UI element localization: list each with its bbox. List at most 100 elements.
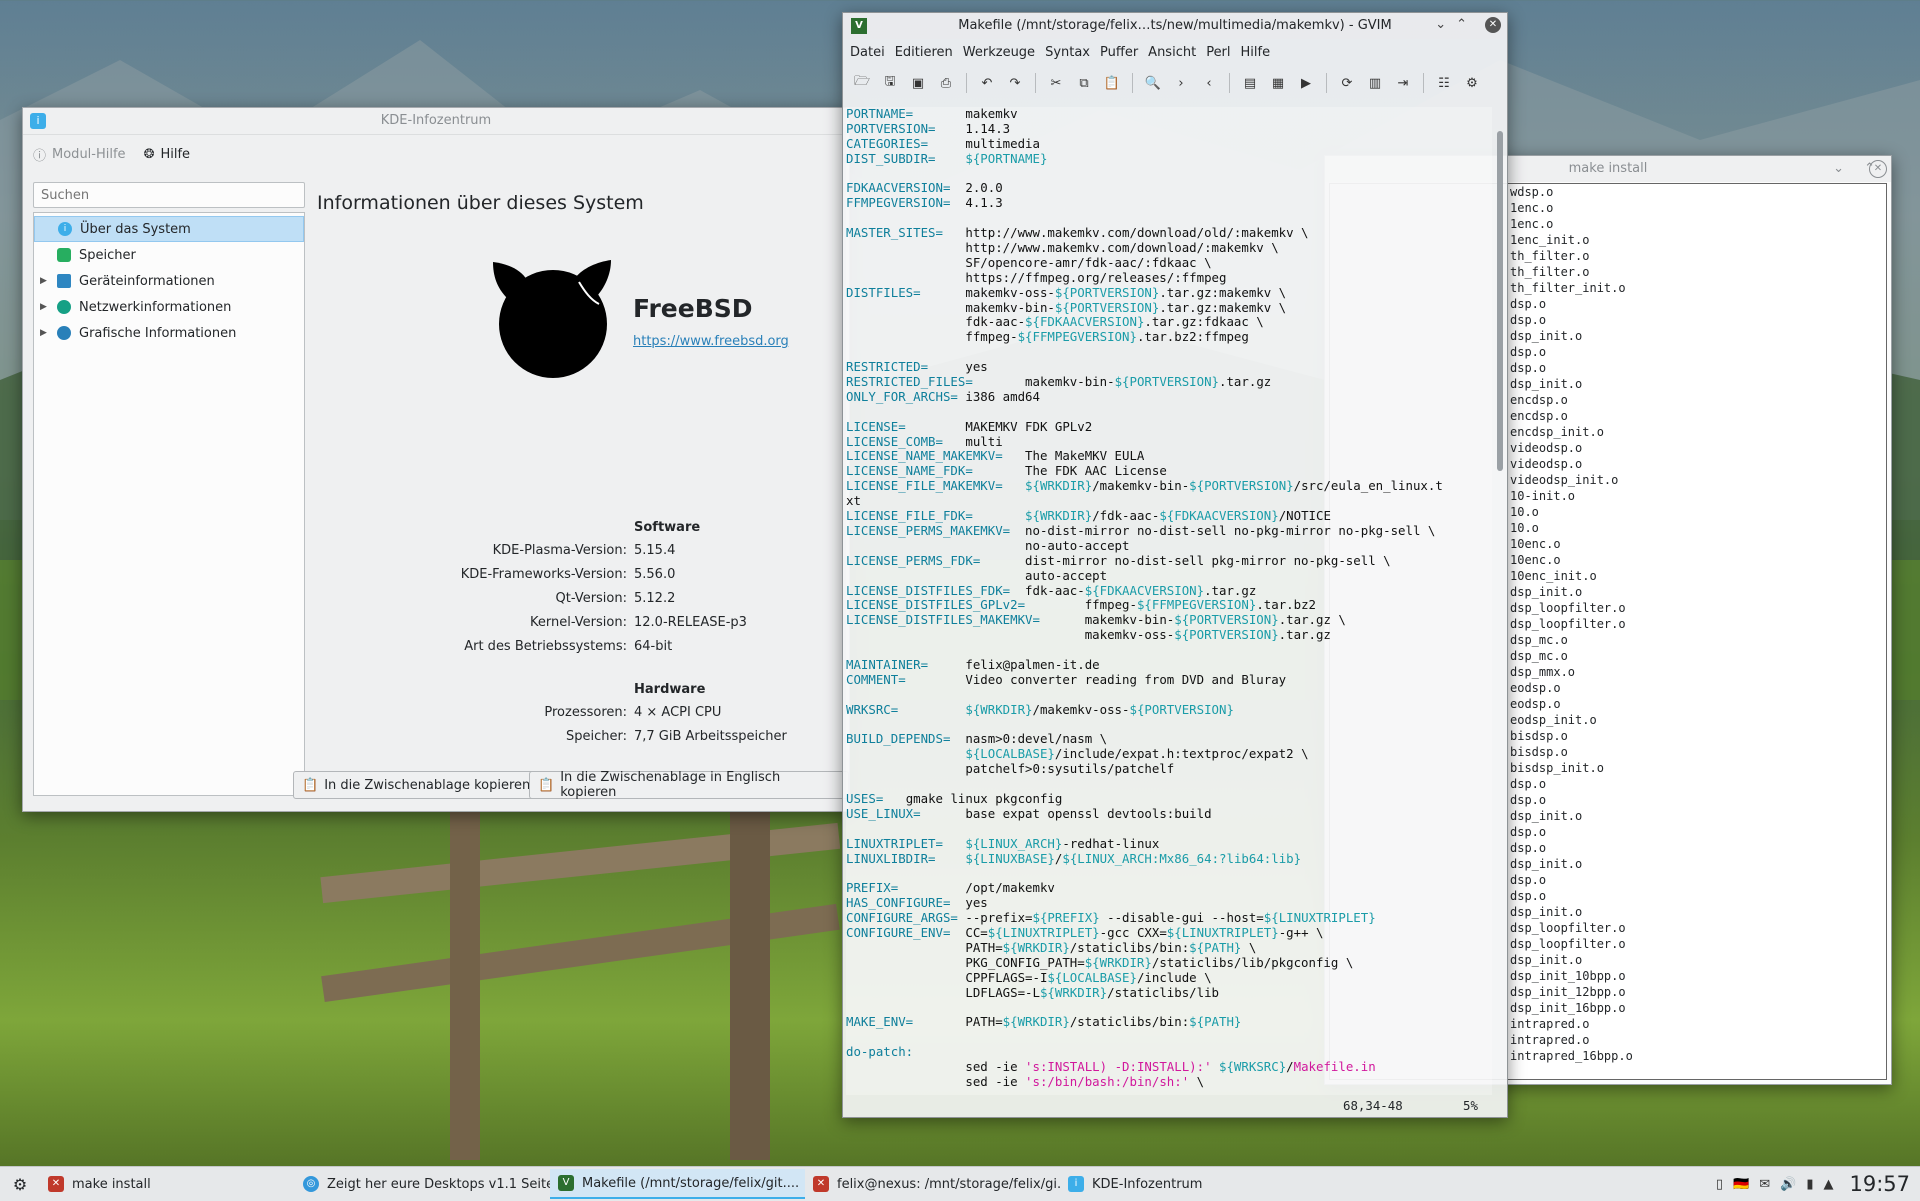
paste-icon[interactable]: 📋 xyxy=(1101,72,1123,94)
terminal-icon: ✕ xyxy=(48,1176,64,1192)
save-all-icon[interactable]: ▣ xyxy=(907,72,929,94)
menu-item-help[interactable]: Hilfe xyxy=(1241,45,1279,60)
code-line: ffmpeg-${FFMPEGVERSION}.tar.bz2:ffmpeg xyxy=(846,330,1249,345)
expand-arrow-icon[interactable]: ▶ xyxy=(40,276,47,286)
code-line: LICENSE_FILE_MAKEMKV= ${WRKDIR}/makemkv-… xyxy=(846,479,1443,494)
find-replace-icon[interactable]: 🔍 xyxy=(1142,72,1164,94)
toolbar-separator xyxy=(1326,73,1327,93)
editor-scrollbar[interactable] xyxy=(1497,131,1503,471)
copy-clipboard-english-label: In die Zwischenablage in Englisch kopier… xyxy=(560,770,781,800)
open-folder-icon[interactable]: 🗁 xyxy=(851,72,873,94)
os-name: FreeBSD xyxy=(633,294,753,323)
task-make-install[interactable]: ✕ make install xyxy=(40,1169,295,1199)
kde-titlebar[interactable]: i KDE-Infozentrum xyxy=(23,108,849,135)
gvim-window-title: Makefile (/mnt/storage/felix…ts/new/mult… xyxy=(958,18,1392,33)
menu-item-view[interactable]: Ansicht xyxy=(1148,45,1204,60)
find-prev-icon[interactable]: ‹ xyxy=(1198,72,1220,94)
task-gvim[interactable]: V Makefile (/mnt/storage/felix/git.... xyxy=(550,1169,805,1199)
os-website-link[interactable]: https://www.freebsd.org xyxy=(633,334,789,349)
code-line: PATH=${WRKDIR}/staticlibs/bin:${PATH} \ xyxy=(846,940,1257,955)
tree-item-network[interactable]: ▶ Netzwerkinformationen xyxy=(34,294,304,320)
menu-item-file[interactable]: Datei xyxy=(850,45,893,60)
code-line: CPPFLAGS=-I${LOCALBASE}/include \ xyxy=(846,970,1212,985)
cut-icon[interactable]: ✂ xyxy=(1045,72,1067,94)
window-controls[interactable]: ⌄⌃ xyxy=(1435,17,1477,32)
find-next-icon[interactable]: › xyxy=(1170,72,1192,94)
menu-item-buffers[interactable]: Puffer xyxy=(1100,45,1146,60)
menu-item-perl[interactable]: Perl xyxy=(1206,45,1238,60)
make-icon[interactable]: ⟳ xyxy=(1336,72,1358,94)
copy-clipboard-button[interactable]: 📋 In die Zwischenablage kopieren xyxy=(293,771,540,799)
battery-icon[interactable]: ▮ xyxy=(1806,1177,1813,1192)
run-script-icon[interactable]: ▶ xyxy=(1295,72,1317,94)
copy-icon[interactable]: ⧉ xyxy=(1073,72,1095,94)
task-terminal-felix[interactable]: ✕ felix@nexus: /mnt/storage/felix/gi... xyxy=(805,1169,1060,1199)
save-icon[interactable]: 🖫 xyxy=(879,72,901,94)
undo-icon[interactable]: ↶ xyxy=(976,72,998,94)
info-value: 5.56.0 xyxy=(634,567,676,582)
code-line: FDKAACVERSION= 2.0.0 xyxy=(846,181,1003,196)
load-session-icon[interactable]: ▤ xyxy=(1239,72,1261,94)
help-button[interactable]: ❂ Hilfe xyxy=(144,147,190,162)
code-line: USES= gmake linux pkgconfig xyxy=(846,791,1063,806)
vim-help-icon[interactable]: ⚙ xyxy=(1461,72,1483,94)
notes-icon[interactable]: ✉ xyxy=(1759,1177,1770,1192)
volume-icon[interactable]: 🔊 xyxy=(1780,1177,1796,1192)
keyboard-layout-de-icon[interactable]: 🇩🇪 xyxy=(1733,1177,1749,1192)
jump-tag-icon[interactable]: ⇥ xyxy=(1392,72,1414,94)
code-line: LICENSE_PERMS_MAKEMKV= no-dist-mirror no… xyxy=(846,523,1436,538)
print-icon[interactable]: ⎙ xyxy=(935,72,957,94)
menu-item-edit[interactable]: Editieren xyxy=(895,45,961,60)
tree-item-graphics[interactable]: ▶ Grafische Informationen xyxy=(34,320,304,346)
info-value: 5.15.4 xyxy=(634,543,676,558)
code-line: fdk-aac-${FDKAACVERSION}.tar.gz:fdkaac \ xyxy=(846,315,1264,330)
code-line: LICENSE_DISTFILES_MAKEMKV= makemkv-bin-$… xyxy=(846,613,1346,628)
menu-item-tools[interactable]: Werkzeuge xyxy=(963,45,1043,60)
redo-icon[interactable]: ↷ xyxy=(1004,72,1026,94)
code-line: no-auto-accept xyxy=(846,538,1130,553)
close-icon[interactable]: ✕ xyxy=(1869,160,1887,178)
task-label: make install xyxy=(72,1176,151,1192)
toolbar-separator xyxy=(966,73,967,93)
editor-text-area[interactable]: PORTNAME= makemkv PORTVERSION= 1.14.3 CATE… xyxy=(846,107,1492,1095)
module-help-button[interactable]: ⓘ Modul-Hilfe xyxy=(33,145,126,164)
tree-item-about-system[interactable]: i Über das System xyxy=(34,216,304,242)
expand-arrow-icon[interactable]: ▶ xyxy=(40,302,47,312)
task-browser[interactable]: ◎ Zeigt her eure Desktops v1.1 Seite... xyxy=(295,1169,550,1199)
info-key: Art des Betriebssystems: xyxy=(464,639,627,654)
clipboard-icon: 📋 xyxy=(302,777,319,793)
cursor-position: 68,34-48 xyxy=(1343,1098,1403,1113)
clock[interactable]: 19:57 xyxy=(1849,1172,1910,1196)
tray-expand-icon[interactable]: ▲ xyxy=(1823,1177,1833,1192)
ctags-icon[interactable]: ▥ xyxy=(1364,72,1386,94)
tree-item-memory[interactable]: Speicher xyxy=(34,242,304,268)
code-line: HAS_CONFIGURE= yes xyxy=(846,896,988,911)
tutor-icon[interactable]: ☷ xyxy=(1433,72,1455,94)
expand-arrow-icon[interactable]: ▶ xyxy=(40,328,47,338)
tree-item-label: Netzwerkinformationen xyxy=(79,299,232,315)
code-line: sed -ie 's:/bin/bash:/bin/sh:' \ xyxy=(846,1074,1205,1089)
info-row: Kernel-Version: 12.0-RELEASE-p3 xyxy=(317,615,843,635)
task-label: KDE-Infozentrum xyxy=(1092,1176,1203,1192)
search-input[interactable] xyxy=(33,182,305,208)
gvim-menubar: Datei Editieren Werkzeuge Syntax Puffer … xyxy=(843,39,1507,65)
code-line: LINUXLIBDIR= ${LINUXBASE}/${LINUX_ARCH:M… xyxy=(846,851,1302,866)
menu-item-syntax[interactable]: Syntax xyxy=(1045,45,1098,60)
clipboard-icon[interactable]: ▯ xyxy=(1716,1177,1723,1192)
task-kde-infocenter[interactable]: i KDE-Infozentrum xyxy=(1060,1169,1260,1199)
save-session-icon[interactable]: ▦ xyxy=(1267,72,1289,94)
info-row: KDE-Plasma-Version: 5.15.4 xyxy=(317,543,843,563)
help-label: Hilfe xyxy=(160,146,191,162)
close-icon[interactable]: ✕ xyxy=(1485,17,1501,33)
app-launcher-icon[interactable]: ⚙ xyxy=(0,1167,40,1201)
copy-clipboard-english-button[interactable]: 📋 In die Zwischenablage in Englisch kopi… xyxy=(529,770,849,800)
gvim-window: V Makefile (/mnt/storage/felix…ts/new/mu… xyxy=(842,12,1508,1118)
kde-infocenter-window: i KDE-Infozentrum ⓘ Modul-Hilfe ❂ Hilfe … xyxy=(22,107,850,812)
terminal-icon: ✕ xyxy=(813,1176,829,1192)
gvim-titlebar[interactable]: V Makefile (/mnt/storage/felix…ts/new/mu… xyxy=(843,13,1507,39)
tree-item-devices[interactable]: ▶ Geräteinformationen xyxy=(34,268,304,294)
